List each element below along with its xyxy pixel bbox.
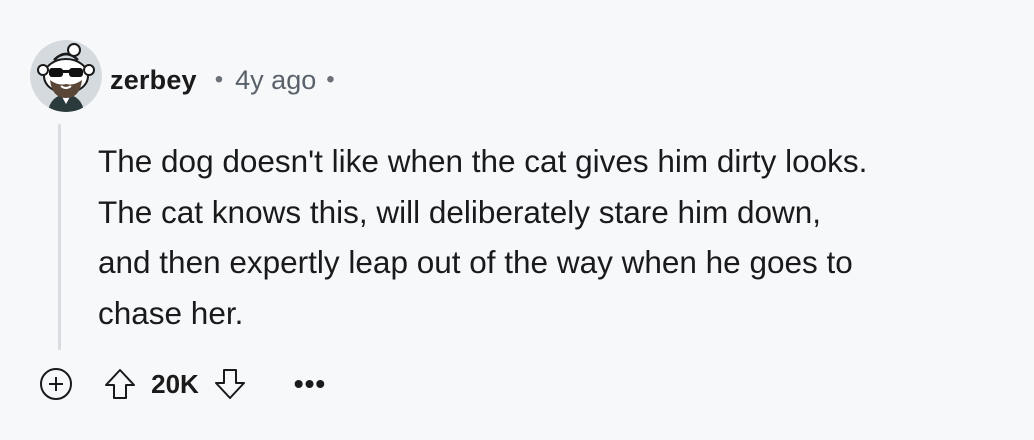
comment-header: zerbey • 4y ago • <box>110 58 335 102</box>
comment-body-line: The cat knows this, will deliberately st… <box>98 193 822 230</box>
user-avatar[interactable] <box>30 40 102 112</box>
username-link[interactable]: zerbey <box>110 65 197 96</box>
comment-actions: 20K ••• <box>36 362 332 406</box>
more-options-button[interactable]: ••• <box>288 362 332 406</box>
plus-circle-icon <box>40 368 72 400</box>
arrow-up-icon <box>105 369 135 399</box>
comment-body-line: chase her. <box>98 294 244 331</box>
avatar-image <box>30 40 102 112</box>
vote-count: 20K <box>151 368 199 399</box>
separator-dot-trailing: • <box>326 66 335 93</box>
thread-line[interactable] <box>58 124 61 350</box>
upvote-button[interactable] <box>98 362 142 406</box>
comment: zerbey • 4y ago • The dog doesn't like w… <box>0 0 1034 440</box>
more-horizontal-icon: ••• <box>293 368 327 399</box>
arrow-down-icon <box>215 369 245 399</box>
expand-thread-button[interactable] <box>36 364 76 404</box>
timestamp[interactable]: 4y ago <box>235 65 316 96</box>
comment-body-line: and then expertly leap out of the way wh… <box>98 244 853 280</box>
comment-body-line: The dog doesn't like when the cat gives … <box>98 143 868 179</box>
separator-dot: • <box>214 66 224 93</box>
comment-body: The dog doesn't like when the cat gives … <box>98 136 1018 338</box>
downvote-button[interactable] <box>208 362 252 406</box>
